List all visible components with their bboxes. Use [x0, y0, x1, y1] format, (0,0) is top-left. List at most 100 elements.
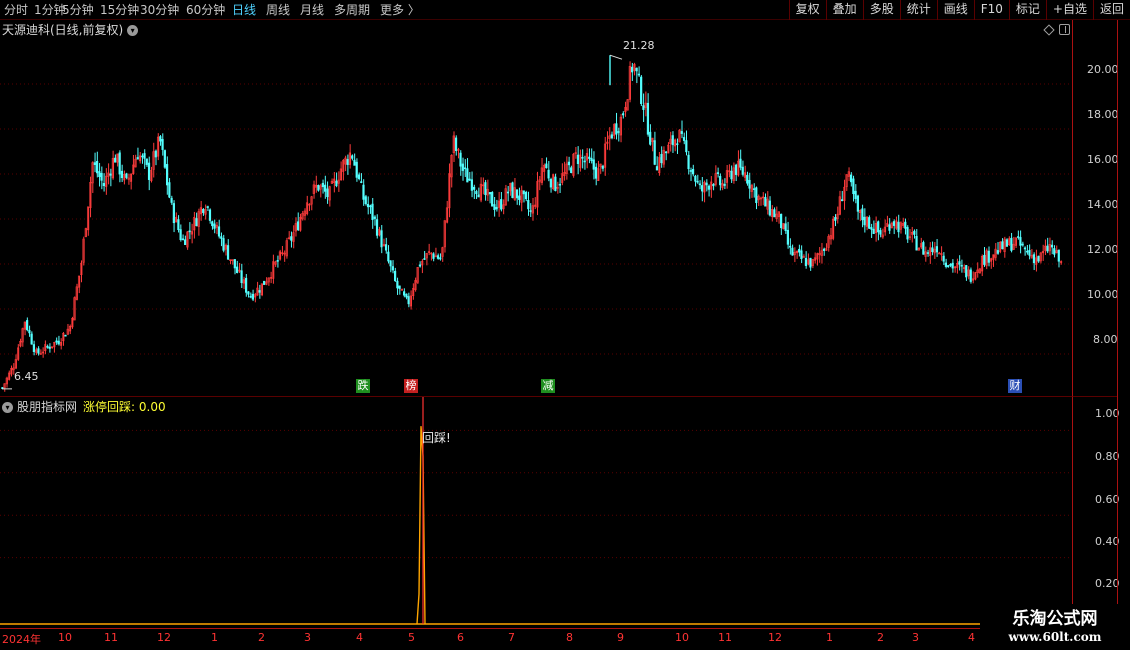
candle [759, 196, 762, 206]
candle [156, 133, 160, 161]
event-tag-reduce[interactable]: 减 [541, 379, 555, 393]
candle [452, 131, 455, 163]
candle [342, 158, 345, 181]
candle [919, 237, 923, 250]
candle [290, 231, 293, 248]
mark-button[interactable]: 标记 [1008, 0, 1046, 20]
candle [19, 338, 22, 348]
watermark-logo: 乐淘公式网 www.60lt.com [980, 604, 1130, 650]
date-tick: 4 [356, 631, 363, 644]
candle [179, 224, 182, 242]
candle [1030, 249, 1033, 259]
candle [782, 223, 785, 230]
candle [590, 148, 593, 164]
candle [640, 75, 643, 107]
candle [983, 247, 986, 267]
candle [617, 127, 620, 142]
candle [764, 193, 767, 207]
candle [296, 212, 300, 231]
candle [242, 276, 245, 290]
date-tick: 10 [58, 631, 72, 644]
candle [518, 187, 521, 206]
candle [938, 251, 941, 255]
event-tag-fall[interactable]: 跌 [356, 379, 370, 393]
chevron-down-icon[interactable]: ▾ [2, 402, 13, 413]
diamond-icon[interactable] [1043, 24, 1055, 36]
adjust-button[interactable]: 复权 [788, 0, 826, 20]
candle [513, 178, 516, 201]
candle [62, 331, 65, 346]
draw-line-button[interactable]: 画线 [936, 0, 974, 20]
candle [186, 231, 189, 250]
candlestick-panel[interactable]: 天源迪科(日线,前复权) ▾ 21.28 6.45 跌 榜 减 财 [0, 20, 1072, 396]
candle [310, 195, 313, 211]
date-tick: 2 [258, 631, 265, 644]
panel-toggle-icon[interactable] [1059, 24, 1070, 35]
candle [800, 245, 803, 264]
multi-stock-button[interactable]: 多股 [862, 0, 900, 20]
candle [161, 133, 164, 156]
candle [813, 252, 817, 264]
candle [962, 264, 966, 273]
period-tab-timeshare[interactable]: 分时 [4, 2, 28, 18]
candle [337, 171, 340, 192]
date-tick: 8 [566, 631, 573, 644]
candle [120, 164, 124, 182]
candle [493, 196, 496, 217]
candle [624, 101, 627, 117]
event-tag-list[interactable]: 榜 [404, 379, 418, 393]
candle [427, 243, 431, 256]
period-tab-1min[interactable]: 1分钟 [34, 2, 66, 18]
candle [123, 170, 126, 185]
candle [509, 182, 512, 196]
candle [710, 176, 713, 198]
candle [992, 254, 995, 267]
candle [974, 271, 977, 281]
f10-button[interactable]: F10 [973, 0, 1009, 20]
candle [673, 138, 677, 152]
candle [10, 365, 13, 377]
period-tab-60min[interactable]: 60分钟 [186, 2, 225, 18]
indicator-panel[interactable]: ▾ 股朋指标网 涨停回踩: 0.00 回踩! [0, 396, 1072, 628]
candle [809, 257, 812, 271]
candle [723, 178, 726, 190]
candle [804, 251, 808, 269]
period-tab-15min[interactable]: 15分钟 [100, 2, 139, 18]
overlay-button[interactable]: 叠加 [825, 0, 863, 20]
indicator-tick: 0.20 [1095, 577, 1120, 590]
back-button[interactable]: 返回 [1092, 0, 1130, 20]
candle [626, 99, 629, 111]
date-tick: 6 [457, 631, 464, 644]
candle [371, 197, 374, 229]
candle [743, 165, 747, 182]
chevron-down-icon[interactable]: ▾ [127, 25, 139, 36]
period-tab-30min[interactable]: 30分钟 [140, 2, 179, 18]
candle [969, 267, 972, 284]
candle [281, 245, 284, 256]
add-watchlist-button[interactable]: +自选 [1045, 0, 1093, 20]
period-tab-5min[interactable]: 5分钟 [62, 2, 94, 18]
period-tab-monthly[interactable]: 月线 [300, 2, 324, 18]
candle [211, 220, 214, 230]
candle [28, 325, 31, 337]
period-tab-multi[interactable]: 多周期 [334, 2, 370, 18]
candle [845, 174, 848, 191]
candle [511, 181, 514, 199]
event-tag-finance[interactable]: 财 [1008, 379, 1022, 393]
candle [278, 249, 282, 261]
candle [473, 184, 476, 199]
candle [477, 187, 480, 198]
candle [48, 343, 51, 353]
right-side-strip[interactable] [1117, 20, 1130, 630]
candle [285, 237, 288, 259]
period-tab-weekly[interactable]: 周线 [266, 2, 290, 18]
candle [1046, 237, 1049, 254]
period-tab-daily[interactable]: 日线 [232, 2, 256, 18]
candle [552, 173, 555, 191]
period-tab-more[interactable]: 更多 〉 [380, 2, 420, 18]
candle [899, 221, 902, 234]
candle [633, 62, 636, 76]
candle [610, 131, 613, 140]
statistics-button[interactable]: 统计 [899, 0, 937, 20]
candle [348, 144, 352, 169]
